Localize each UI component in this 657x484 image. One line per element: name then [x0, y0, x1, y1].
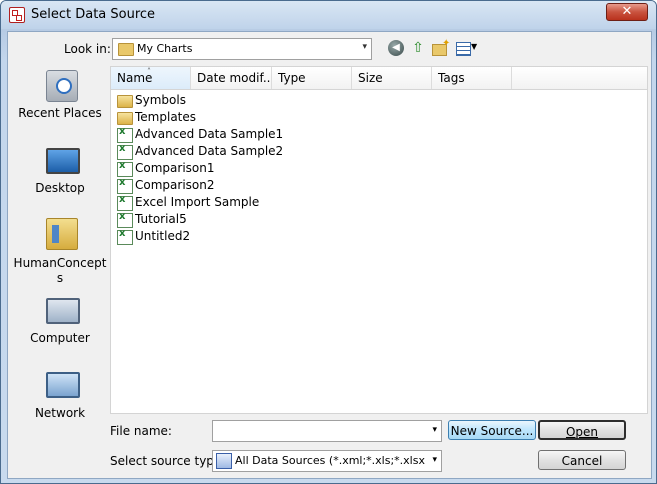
- chevron-down-icon[interactable]: ▾: [432, 425, 437, 435]
- place-label: Network: [34, 406, 86, 420]
- column-header-tags[interactable]: Tags: [432, 67, 512, 89]
- folder-icon: [118, 43, 134, 56]
- user-folder-icon: [46, 218, 78, 250]
- excel-file-icon: [117, 143, 133, 160]
- look-in-label: Look in:: [64, 42, 111, 56]
- place-network[interactable]: Network: [12, 368, 108, 424]
- window-title: Select Data Source: [31, 7, 156, 22]
- select-data-source-dialog: Select Data Source ✕ Look in: My Charts …: [0, 0, 657, 484]
- list-item[interactable]: Untitled2: [115, 228, 415, 245]
- column-header-size[interactable]: Size: [352, 67, 432, 89]
- app-icon: [9, 7, 25, 23]
- file-name-label: File name:: [110, 424, 172, 438]
- excel-file-icon: [117, 126, 133, 143]
- file-name-combo[interactable]: ▾: [212, 420, 442, 442]
- excel-file-icon: [117, 177, 133, 194]
- place-label: Computer: [30, 331, 90, 345]
- list-item[interactable]: Excel Import Sample: [115, 194, 415, 211]
- column-header-type[interactable]: Type: [272, 67, 352, 89]
- views-menu-icon[interactable]: ▼: [456, 40, 480, 56]
- open-button[interactable]: Open: [538, 420, 626, 440]
- back-icon[interactable]: ◀: [388, 40, 404, 56]
- folder-icon: [117, 95, 133, 108]
- list-item[interactable]: Templates: [115, 109, 415, 126]
- column-headers: ˄ Name Date modif... Type Size Tags: [111, 67, 647, 90]
- look-in-dropdown[interactable]: My Charts ▾: [112, 38, 372, 60]
- column-header-name[interactable]: ˄ Name: [111, 67, 191, 89]
- close-button[interactable]: ✕: [606, 3, 648, 21]
- place-recent-places[interactable]: Recent Places: [12, 68, 108, 124]
- sort-ascending-icon: ˄: [147, 67, 151, 76]
- source-type-value: All Data Sources (*.xml;*.xls;*.xlsx;*.c: [235, 454, 425, 467]
- excel-file-icon: [117, 194, 133, 211]
- dialog-body: Look in: My Charts ▾ ◀ ⇧ ✦ ▼ Recent Plac…: [7, 31, 652, 479]
- list-item[interactable]: Comparison2: [115, 177, 415, 194]
- list-item[interactable]: Symbols: [115, 92, 415, 109]
- place-humanconcepts[interactable]: HumanConcepts: [12, 218, 108, 288]
- place-label: Desktop: [35, 181, 85, 195]
- places-bar: Recent Places Desktop HumanConcepts Comp…: [12, 68, 108, 420]
- desktop-icon: [46, 148, 80, 174]
- cancel-button[interactable]: Cancel: [538, 450, 626, 470]
- new-source-button[interactable]: New Source...: [448, 420, 536, 440]
- title-bar: Select Data Source ✕: [1, 1, 656, 29]
- place-computer[interactable]: Computer: [12, 294, 108, 350]
- computer-icon: [46, 298, 80, 324]
- list-item[interactable]: Advanced Data Sample2: [115, 143, 415, 160]
- excel-file-icon: [117, 211, 133, 228]
- up-folder-icon[interactable]: ⇧: [410, 40, 426, 56]
- folder-icon: [117, 112, 133, 125]
- place-label: HumanConcepts: [13, 256, 107, 285]
- place-label: Recent Places: [18, 106, 102, 120]
- list-item[interactable]: Tutorial5: [115, 211, 415, 228]
- source-type-dropdown[interactable]: All Data Sources (*.xml;*.xls;*.xlsx;*.c…: [212, 450, 442, 472]
- file-list[interactable]: ˄ Name Date modif... Type Size Tags Symb…: [110, 66, 648, 414]
- place-desktop[interactable]: Desktop: [12, 144, 108, 200]
- column-header-date[interactable]: Date modif...: [191, 67, 272, 89]
- chevron-down-icon[interactable]: ▾: [432, 455, 437, 465]
- source-type-label: Select source type:: [110, 454, 226, 468]
- list-item[interactable]: Comparison1: [115, 160, 415, 177]
- chevron-down-icon[interactable]: ▾: [362, 42, 367, 52]
- network-icon: [46, 372, 80, 398]
- file-name-input[interactable]: [215, 422, 419, 440]
- new-folder-icon[interactable]: ✦: [432, 38, 450, 56]
- list-item[interactable]: Advanced Data Sample1: [115, 126, 415, 143]
- look-in-value: My Charts: [137, 42, 193, 55]
- excel-file-icon: [117, 228, 133, 245]
- recent-places-icon: [46, 70, 78, 102]
- data-source-icon: [216, 453, 232, 469]
- excel-file-icon: [117, 160, 133, 177]
